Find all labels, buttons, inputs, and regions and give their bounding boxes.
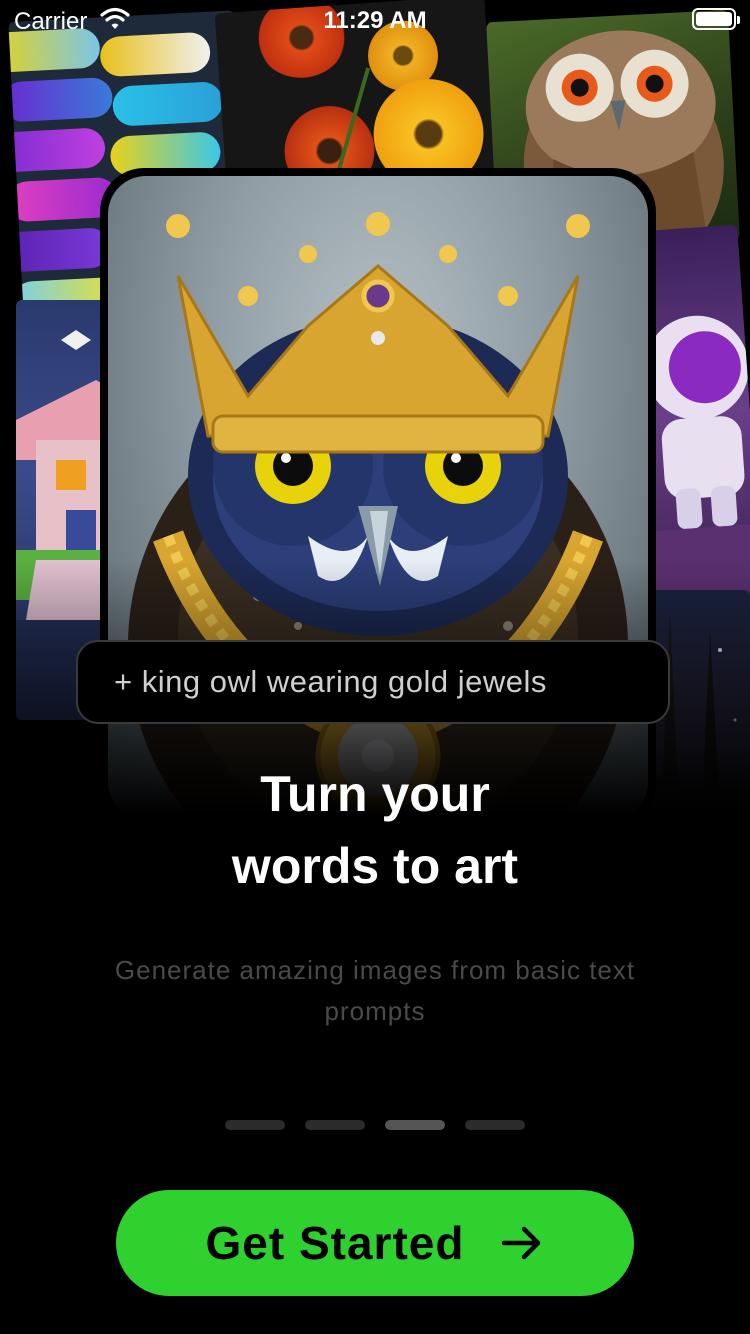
page-indicator <box>0 1120 750 1130</box>
onboarding-title: Turn your words to art <box>0 758 750 902</box>
title-line-1: Turn your <box>260 766 490 822</box>
example-prompt-pill: + king owl wearing gold jewels <box>76 640 670 724</box>
onboarding-subtitle: Generate amazing images from basic text … <box>80 950 670 1032</box>
title-line-2: words to art <box>231 838 519 894</box>
battery-icon <box>692 8 740 30</box>
subtitle-line-1: Generate amazing images from basic text <box>114 955 636 985</box>
onboarding-screen: Carrier 11:29 AM + king owl wearing gold… <box>0 0 750 1334</box>
hero-artwork-card <box>100 168 656 828</box>
get-started-label: Get Started <box>205 1217 465 1269</box>
arrow-right-icon <box>502 1226 541 1260</box>
example-prompt-text: + king owl wearing gold jewels <box>114 664 547 699</box>
status-bar: Carrier 11:29 AM <box>0 0 750 40</box>
page-dot-3[interactable] <box>385 1120 445 1130</box>
page-dot-2[interactable] <box>305 1120 365 1130</box>
subtitle-line-2: prompts <box>324 996 426 1026</box>
get-started-button[interactable]: Get Started <box>116 1190 634 1296</box>
status-time: 11:29 AM <box>323 7 427 34</box>
page-dot-4[interactable] <box>465 1120 525 1130</box>
page-dot-1[interactable] <box>225 1120 285 1130</box>
